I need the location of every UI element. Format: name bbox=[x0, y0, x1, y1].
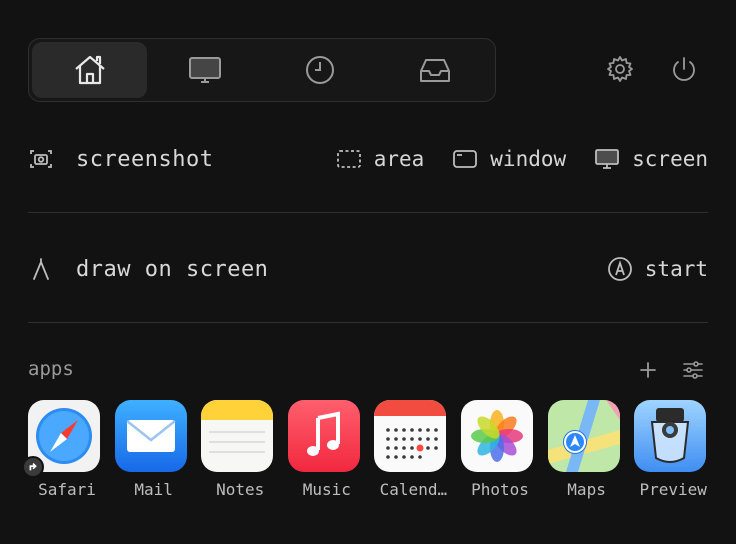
alias-arrow-icon bbox=[22, 456, 44, 478]
draw-row: draw on screen start bbox=[28, 252, 708, 286]
app-name: Notes bbox=[216, 480, 265, 499]
clock-icon bbox=[305, 56, 334, 84]
app-preview[interactable]: Preview bbox=[634, 400, 721, 499]
music-icon bbox=[287, 400, 360, 472]
screen-label: screen bbox=[632, 147, 708, 171]
notes-icon bbox=[201, 400, 274, 472]
draw-start-button[interactable]: start bbox=[607, 256, 708, 282]
tab-bar bbox=[28, 38, 496, 102]
app-music[interactable]: Music bbox=[287, 400, 375, 499]
app-name: Mail bbox=[134, 480, 173, 499]
home-icon bbox=[74, 55, 105, 85]
tray-icon bbox=[419, 59, 450, 82]
area-label: area bbox=[373, 147, 425, 171]
photos-icon bbox=[460, 400, 533, 472]
window-option[interactable]: window bbox=[452, 147, 566, 171]
app-safari[interactable]: Safari bbox=[22, 400, 115, 499]
display-icon bbox=[188, 57, 221, 83]
tab-display[interactable] bbox=[147, 42, 262, 98]
dashed-rect-icon bbox=[336, 150, 361, 168]
calendar-icon bbox=[374, 400, 447, 472]
app-name: Music bbox=[302, 480, 351, 499]
area-option[interactable]: area bbox=[336, 147, 425, 171]
screenshot-row: screenshot area window screen bbox=[28, 142, 708, 176]
tab-history[interactable] bbox=[262, 42, 377, 98]
screen-option[interactable]: screen bbox=[594, 147, 708, 171]
divider bbox=[28, 322, 708, 323]
pencil-circle-icon bbox=[607, 257, 632, 281]
draw-label: draw on screen bbox=[76, 256, 269, 282]
plus-icon[interactable] bbox=[636, 358, 660, 382]
screenshot-label: screenshot bbox=[76, 146, 214, 172]
window-icon bbox=[453, 150, 478, 168]
mail-icon bbox=[114, 400, 187, 472]
app-calendar[interactable]: Calend… bbox=[374, 400, 461, 499]
window-label: window bbox=[490, 147, 567, 171]
app-name: Maps bbox=[567, 480, 606, 499]
monitor-icon bbox=[595, 149, 620, 169]
sliders-icon[interactable] bbox=[681, 358, 705, 382]
gear-icon[interactable] bbox=[605, 54, 635, 84]
preview-icon bbox=[634, 400, 707, 472]
tab-tray[interactable] bbox=[377, 42, 492, 98]
compass-icon bbox=[33, 258, 49, 280]
apps-list: Safari Mail Notes Music Calend… Photos M… bbox=[22, 400, 721, 499]
app-maps[interactable]: Maps bbox=[547, 400, 635, 499]
maps-icon bbox=[547, 400, 620, 472]
app-name: Calend… bbox=[379, 480, 448, 499]
app-notes[interactable]: Notes bbox=[201, 400, 288, 499]
app-mail[interactable]: Mail bbox=[114, 400, 202, 499]
power-icon[interactable] bbox=[669, 54, 699, 84]
app-name: Photos bbox=[471, 480, 529, 499]
divider bbox=[28, 212, 708, 213]
tab-home[interactable] bbox=[32, 42, 147, 98]
app-name: Preview bbox=[639, 480, 707, 499]
start-label: start bbox=[644, 257, 708, 281]
camera-icon bbox=[30, 150, 52, 168]
app-photos[interactable]: Photos bbox=[460, 400, 548, 499]
app-name: Safari bbox=[38, 480, 96, 499]
apps-title: apps bbox=[28, 358, 74, 380]
